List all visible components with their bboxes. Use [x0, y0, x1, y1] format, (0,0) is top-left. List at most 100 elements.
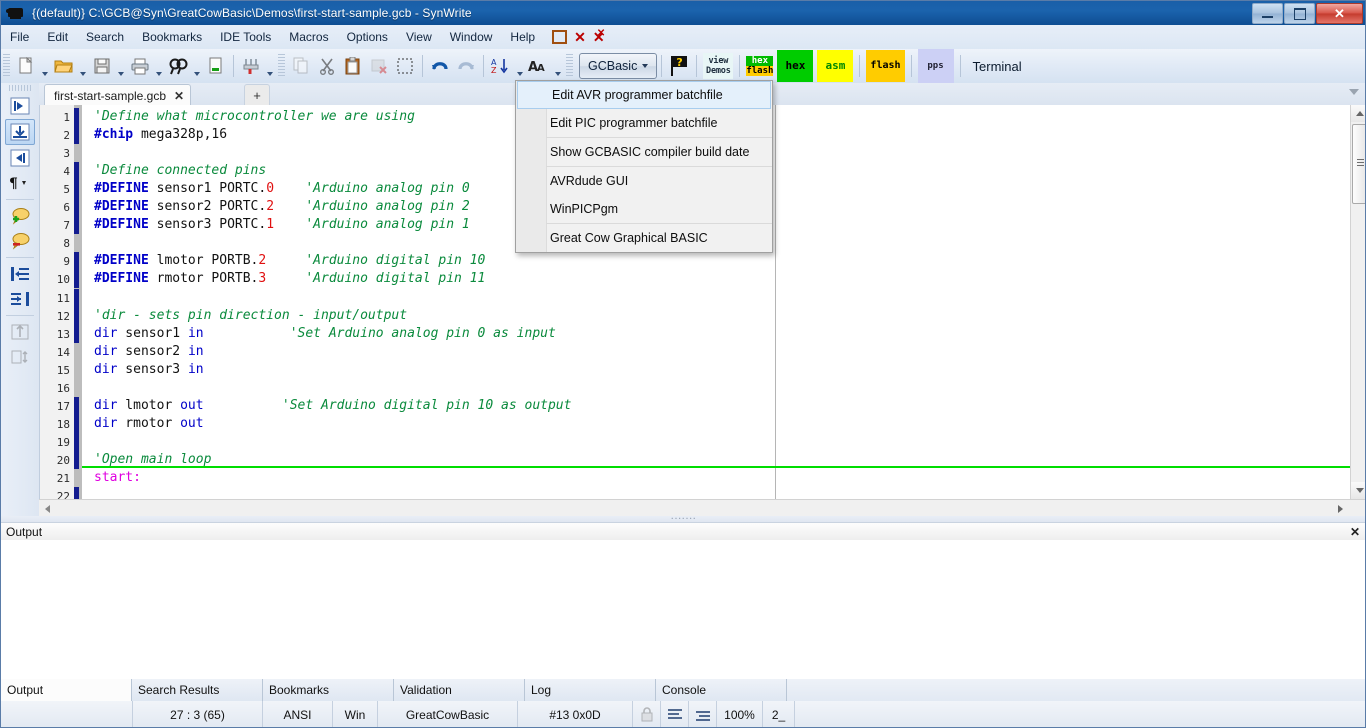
- mdi-close-icon[interactable]: ✕: [574, 32, 586, 42]
- close-button[interactable]: ✕: [1316, 3, 1363, 24]
- menu-option-avrdude-gui[interactable]: AVRdude GUI: [516, 167, 772, 195]
- fold-marker[interactable]: [74, 325, 79, 343]
- fold-marker[interactable]: [74, 252, 79, 270]
- toolbar-grip-2[interactable]: [278, 54, 285, 78]
- gcbasic-dropdown-menu[interactable]: Edit AVR programmer batchfileEdit PIC pr…: [515, 80, 773, 253]
- status-zoom[interactable]: 100%: [717, 701, 763, 728]
- fold-marker[interactable]: [74, 180, 79, 198]
- new-tab-button[interactable]: +: [244, 84, 270, 107]
- menu-item-window[interactable]: Window: [441, 27, 502, 47]
- fold-marker[interactable]: [74, 108, 79, 126]
- status-line-endings[interactable]: Win: [333, 701, 378, 728]
- bottom-tab-validation[interactable]: Validation: [394, 679, 525, 701]
- tab-first-start-sample[interactable]: first-start-sample.gcb ✕: [44, 84, 191, 107]
- maximize-button[interactable]: [1284, 3, 1315, 24]
- fold-marker[interactable]: [74, 487, 79, 499]
- tab-close-icon[interactable]: ✕: [174, 89, 184, 103]
- delete-icon[interactable]: [366, 53, 392, 79]
- fold-marker-column[interactable]: [74, 105, 82, 499]
- print-icon[interactable]: [127, 53, 153, 79]
- toolbar-grip-1[interactable]: [3, 54, 10, 78]
- fold-marker[interactable]: [74, 198, 79, 216]
- scroll-up-icon[interactable]: [1351, 105, 1366, 122]
- terminal-button[interactable]: Terminal: [965, 59, 1030, 74]
- print-dropdown-icon[interactable]: [153, 50, 165, 83]
- indent-right-icon[interactable]: [6, 146, 34, 170]
- decrease-indent-icon[interactable]: [6, 287, 34, 311]
- scroll-left-icon[interactable]: [39, 500, 56, 517]
- fold-marker[interactable]: [74, 451, 79, 469]
- scroll-down-icon[interactable]: [1351, 482, 1366, 499]
- fold-marker[interactable]: [74, 216, 79, 234]
- increase-indent-icon[interactable]: [6, 262, 34, 286]
- menu-item-file[interactable]: File: [1, 27, 38, 47]
- lock-icon[interactable]: [633, 701, 661, 728]
- menu-item-bookmarks[interactable]: Bookmarks: [133, 27, 211, 47]
- bottom-tab-console[interactable]: Console: [656, 679, 787, 701]
- menu-item-view[interactable]: View: [397, 27, 441, 47]
- select-all-icon[interactable]: [392, 53, 418, 79]
- menu-item-ide-tools[interactable]: IDE Tools: [211, 27, 280, 47]
- menu-item-help[interactable]: Help: [501, 27, 544, 47]
- fold-marker[interactable]: [74, 397, 79, 415]
- asm-button[interactable]: asm: [817, 50, 853, 82]
- cut-icon[interactable]: [314, 53, 340, 79]
- undo-icon[interactable]: [427, 53, 453, 79]
- save-file-dropdown-icon[interactable]: [115, 50, 127, 83]
- wrap-icon[interactable]: [661, 701, 689, 728]
- flash-button[interactable]: flash: [866, 50, 904, 82]
- menu-item-options[interactable]: Options: [338, 27, 397, 47]
- hex-flash-button[interactable]: hex flash: [746, 54, 773, 78]
- align-center-icon[interactable]: [6, 320, 34, 344]
- insert-below-icon[interactable]: [5, 119, 35, 145]
- save-file-icon[interactable]: [89, 53, 115, 79]
- fold-marker[interactable]: [74, 270, 79, 288]
- vtoolbar-grip[interactable]: [9, 85, 31, 91]
- output-panel-body[interactable]: [1, 540, 1366, 680]
- minimize-button[interactable]: [1252, 3, 1283, 24]
- hex-button[interactable]: hex: [777, 50, 813, 82]
- redo-icon[interactable]: [453, 53, 479, 79]
- menu-item-search[interactable]: Search: [77, 27, 133, 47]
- editor-vertical-scrollbar[interactable]: [1350, 105, 1366, 499]
- help-flag-icon[interactable]: ?: [666, 53, 692, 79]
- fold-marker[interactable]: [74, 433, 79, 451]
- paste-document-icon[interactable]: [203, 53, 229, 79]
- status-lexer[interactable]: GreatCowBasic: [378, 701, 518, 728]
- output-panel-close-icon[interactable]: ✕: [1350, 525, 1360, 539]
- view-demos-button[interactable]: view Demos: [703, 53, 733, 79]
- gcbasic-dropdown-button[interactable]: GCBasic: [579, 53, 657, 79]
- bottom-tab-log[interactable]: Log: [525, 679, 656, 701]
- fold-marker[interactable]: [74, 126, 79, 144]
- indent-icon[interactable]: [689, 701, 717, 728]
- menu-option-edit-pic-programmer-batchfile[interactable]: Edit PIC programmer batchfile: [516, 109, 772, 137]
- distribute-icon[interactable]: [6, 345, 34, 369]
- pilcrow-icon[interactable]: ¶: [6, 171, 34, 195]
- status-encoding[interactable]: ANSI: [263, 701, 333, 728]
- find-dropdown-icon[interactable]: [191, 50, 203, 83]
- menu-option-winpicpgm[interactable]: WinPICPgm: [516, 195, 772, 223]
- tools-dropdown-icon[interactable]: [264, 50, 276, 83]
- menu-item-macros[interactable]: Macros: [280, 27, 337, 47]
- sort-dropdown-icon[interactable]: [514, 50, 526, 83]
- font-size-dropdown-icon[interactable]: [552, 50, 564, 83]
- sort-az-icon[interactable]: AZ: [488, 53, 514, 79]
- mdi-close-all-icon[interactable]: ✕ ✕: [593, 32, 605, 42]
- editor-horizontal-scrollbar[interactable]: [39, 499, 1366, 517]
- tools-icon[interactable]: [238, 53, 264, 79]
- fold-marker[interactable]: [74, 307, 79, 325]
- fold-marker[interactable]: [74, 162, 79, 180]
- open-file-icon[interactable]: [51, 53, 77, 79]
- mdi-restore-icon[interactable]: [552, 30, 567, 44]
- fold-marker[interactable]: [74, 415, 79, 433]
- bottom-tab-output[interactable]: Output: [1, 679, 132, 701]
- menu-option-show-gcbasic-compiler-build-date[interactable]: Show GCBASIC compiler build date: [516, 138, 772, 166]
- unindent-left-icon[interactable]: [6, 94, 34, 118]
- scroll-right-icon[interactable]: [1332, 500, 1349, 517]
- add-comment-icon[interactable]: [6, 204, 34, 228]
- remove-comment-icon[interactable]: [6, 229, 34, 253]
- status-caret-position[interactable]: 27 : 3 (65): [133, 701, 263, 728]
- status-tab-size[interactable]: 2_: [763, 701, 795, 728]
- tab-list-chevron-down-icon[interactable]: [1349, 89, 1359, 95]
- toolbar-grip-3[interactable]: [566, 54, 573, 78]
